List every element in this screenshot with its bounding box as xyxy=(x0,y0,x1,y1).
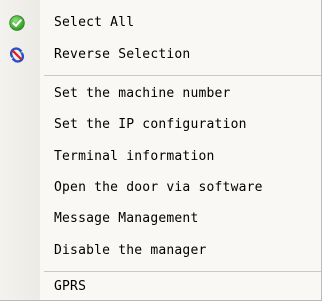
menu-item-label: Message Management xyxy=(54,211,199,226)
reverse-selection-icon xyxy=(9,47,25,63)
menu-item-label: Disable the manager xyxy=(54,243,207,258)
context-menu: Select All Reverse Selection Set the mac… xyxy=(0,0,322,301)
menu-item-gprs[interactable]: GPRS xyxy=(0,272,321,302)
menu-item-terminal-information[interactable]: Terminal information xyxy=(0,142,321,172)
menu-item-open-door-via-software[interactable]: Open the door via software xyxy=(0,173,321,203)
menu-item-label: Terminal information xyxy=(54,149,215,164)
menu-item-disable-manager[interactable]: Disable the manager xyxy=(0,236,321,266)
menu-item-message-management[interactable]: Message Management xyxy=(0,204,321,234)
menu-item-label: GPRS xyxy=(54,279,87,294)
menu-item-set-ip-configuration[interactable]: Set the IP configuration xyxy=(0,110,321,140)
menu-item-label: Set the IP configuration xyxy=(54,117,247,132)
green-check-icon xyxy=(9,15,25,31)
menu-item-label: Open the door via software xyxy=(54,180,263,195)
menu-item-reverse-selection[interactable]: Reverse Selection xyxy=(0,40,321,70)
menu-item-set-machine-number[interactable]: Set the machine number xyxy=(0,79,321,109)
menu-item-label: Reverse Selection xyxy=(54,47,191,62)
menu-item-label: Select All xyxy=(54,15,135,30)
menu-item-label: Set the machine number xyxy=(54,86,231,101)
menu-item-select-all[interactable]: Select All xyxy=(0,8,321,38)
menu-separator xyxy=(44,75,321,76)
